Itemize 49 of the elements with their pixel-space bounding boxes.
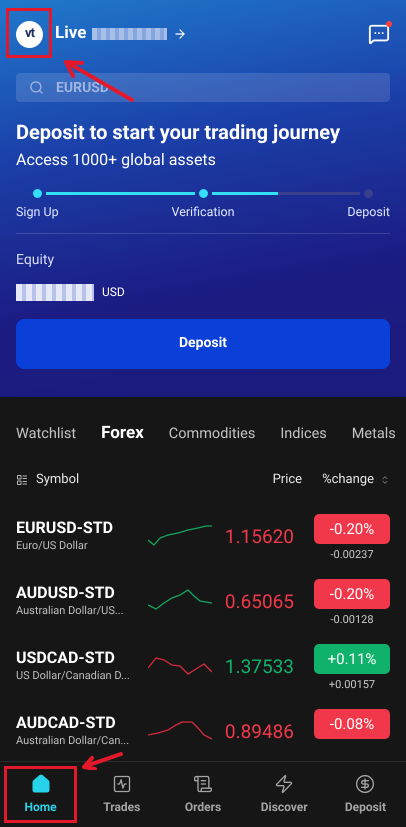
nav-tab[interactable]: Trades: [85, 766, 158, 823]
sort-icon[interactable]: [380, 475, 390, 485]
column-header[interactable]: %change: [322, 470, 374, 490]
symbol-description: Australian Dollar/Can...: [16, 733, 130, 749]
market-tab[interactable]: Commodities: [168, 423, 256, 445]
search-icon: [29, 80, 44, 95]
house-icon: [30, 774, 51, 794]
nav-tab[interactable]: Orders: [166, 766, 240, 823]
price: 1.15620: [224, 524, 294, 550]
symbol-name: EURUSD-STD: [16, 518, 114, 538]
market-tab[interactable]: Watchlist: [16, 423, 76, 445]
column-header: Price: [272, 471, 302, 490]
step-label: Deposit: [347, 204, 390, 222]
symbol-description: Australian Dollar/US...: [16, 603, 125, 619]
market-tab[interactable]: Metals: [352, 423, 396, 445]
dollar-icon: [355, 774, 376, 794]
price: 0.89486: [224, 719, 294, 745]
nav-tab[interactable]: Deposit: [328, 766, 402, 823]
logo-icon[interactable]: vt: [16, 20, 43, 48]
account-label[interactable]: Live: [55, 21, 86, 47]
change-badge[interactable]: -0.08%: [314, 709, 390, 739]
equity-label: Equity: [16, 250, 56, 270]
step-label: Sign Up: [16, 204, 59, 222]
change-value: +0.00157: [328, 677, 376, 693]
market-tab[interactable]: Forex: [101, 421, 144, 447]
deposit-button[interactable]: Deposit: [16, 318, 390, 369]
change-value: -0.00128: [330, 612, 374, 628]
change-value: -0.00237: [330, 547, 374, 563]
price: 1.37533: [224, 654, 294, 680]
nav-tab[interactable]: Discover: [248, 766, 321, 823]
symbol-name: AUDCAD-STD: [16, 713, 117, 733]
market-tab[interactable]: Indices: [280, 423, 327, 445]
symbol-name: AUDUSD-STD: [16, 583, 116, 603]
lightning-icon: [274, 774, 294, 794]
change-badge[interactable]: -0.20%: [314, 579, 390, 609]
symbol-description: US Dollar/Canadian D...: [16, 668, 131, 684]
step-label: Verification: [172, 204, 235, 222]
promo-title: Deposit to start your trading journey: [16, 120, 342, 144]
symbol-name: USDCAD-STD: [16, 648, 116, 668]
annotation-arrow: [80, 752, 124, 770]
nav-tab[interactable]: Home: [4, 766, 78, 823]
symbol-description: Euro/US Dollar: [16, 538, 89, 554]
equity-currency: USD: [102, 284, 125, 301]
promo-subtitle: Access 1000+ global assets: [16, 150, 217, 170]
column-header: Symbol: [36, 471, 80, 490]
price: 0.65065: [224, 589, 294, 615]
chart-icon: [112, 774, 132, 794]
change-badge[interactable]: -0.20%: [314, 514, 390, 544]
chat-icon[interactable]: [368, 23, 390, 45]
